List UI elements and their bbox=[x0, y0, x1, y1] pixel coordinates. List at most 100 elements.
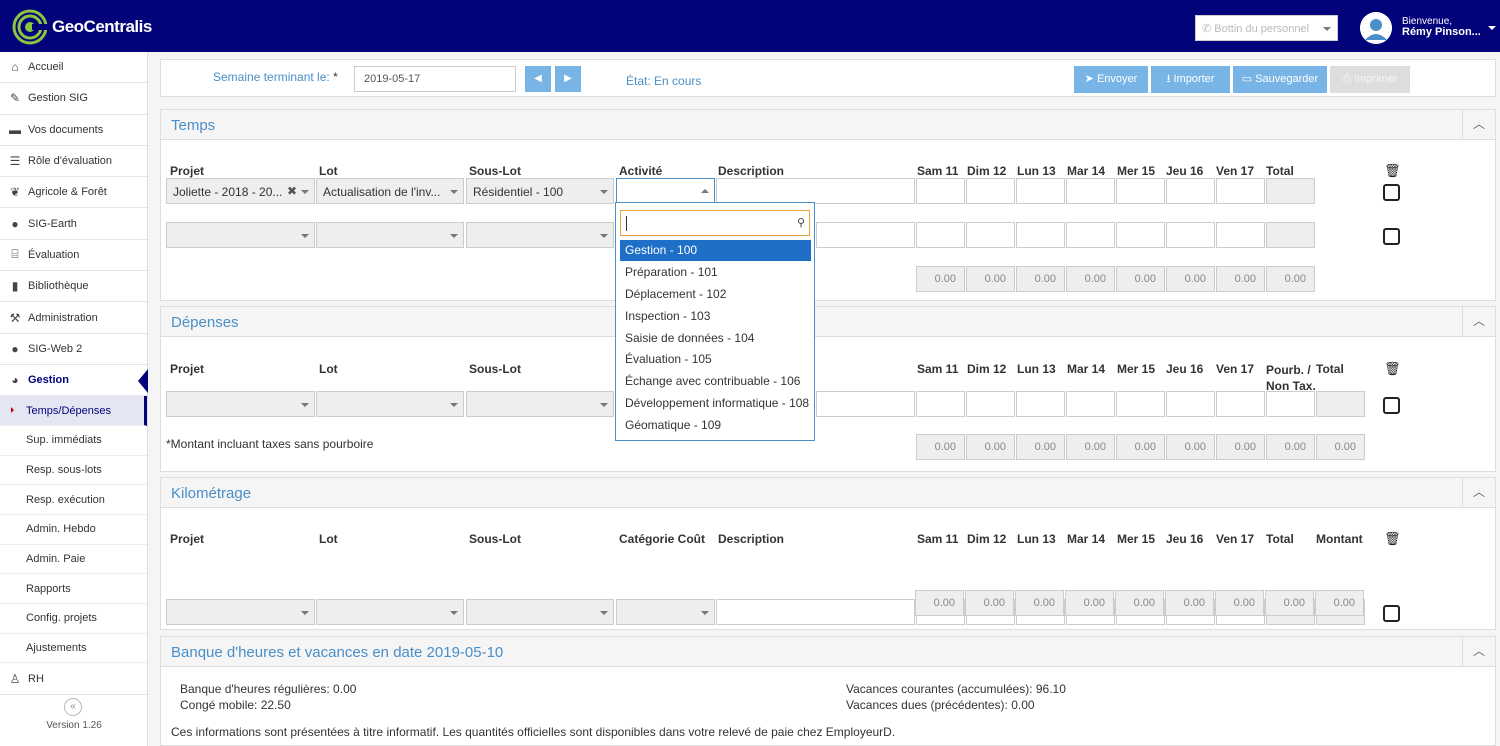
day-input[interactable] bbox=[1066, 222, 1115, 248]
user-menu-caret-icon[interactable] bbox=[1488, 26, 1496, 30]
previous-week-button[interactable]: ◀ bbox=[525, 66, 551, 92]
sidebar-item-sig-earth[interactable]: ● SIG-Earth bbox=[0, 208, 147, 240]
week-date-input[interactable]: 2019-05-17 bbox=[354, 66, 516, 92]
lot-select[interactable] bbox=[316, 391, 464, 417]
collapse-sidebar-icon[interactable]: « bbox=[64, 698, 82, 716]
row-select-checkbox[interactable] bbox=[1383, 228, 1400, 245]
sidebar-item-gestion-sig[interactable]: ✎ Gestion SIG bbox=[0, 83, 147, 115]
collapse-panel-button[interactable]: ︿ bbox=[1462, 478, 1495, 508]
dropdown-option[interactable]: Inspection - 103 bbox=[620, 306, 811, 327]
day-input[interactable] bbox=[1066, 391, 1115, 417]
souslot-select[interactable] bbox=[466, 391, 614, 417]
user-name: Rémy Pinson... bbox=[1402, 26, 1481, 38]
day-input[interactable] bbox=[1116, 391, 1165, 417]
sidebar-subitem-sup-immediats[interactable]: Sup. immédiats bbox=[0, 426, 147, 456]
logo[interactable]: GeoCentralis bbox=[12, 9, 152, 45]
sidebar-item-agricole-foret[interactable]: ❦ Agricole & Forêt bbox=[0, 177, 147, 209]
projet-select[interactable]: Joliette - 2018 - 20... ✖ bbox=[166, 178, 315, 204]
dropdown-option[interactable]: Déplacement - 102 bbox=[620, 284, 811, 305]
sidebar-item-gestion[interactable]: ◕ Gestion bbox=[0, 365, 148, 397]
trash-icon[interactable]: 🗑 bbox=[1384, 531, 1401, 547]
row-select-checkbox[interactable] bbox=[1383, 184, 1400, 201]
collapse-panel-button[interactable]: ︿ bbox=[1462, 637, 1495, 667]
row-select-checkbox[interactable] bbox=[1383, 605, 1400, 622]
sidebar-subitem-ajustements[interactable]: Ajustements bbox=[0, 634, 147, 664]
trash-icon[interactable]: 🗑 bbox=[1384, 361, 1401, 377]
sidebar-item-role-evaluation[interactable]: ☰ Rôle d'évaluation bbox=[0, 146, 147, 178]
projet-select[interactable] bbox=[166, 599, 315, 625]
trash-icon[interactable]: 🗑 bbox=[1384, 163, 1401, 179]
sidebar-item-evaluation[interactable]: ⌸ Évaluation bbox=[0, 240, 147, 272]
dropdown-option[interactable]: Gestion - 100 bbox=[620, 240, 811, 261]
print-button[interactable]: ⎙ Imprimer bbox=[1330, 66, 1410, 93]
sidebar-item-bibliotheque[interactable]: ▮ Bibliothèque bbox=[0, 271, 147, 303]
row-select-checkbox[interactable] bbox=[1383, 397, 1400, 414]
day-input[interactable] bbox=[1166, 391, 1215, 417]
day-input[interactable] bbox=[916, 222, 965, 248]
day-input[interactable] bbox=[916, 391, 965, 417]
sidebar-item-administration[interactable]: ⚒ Administration bbox=[0, 302, 147, 334]
dropdown-option[interactable]: Évaluation - 105 bbox=[620, 349, 811, 370]
user-menu[interactable]: Bienvenue, Rémy Pinson... bbox=[1402, 16, 1481, 38]
day-input[interactable] bbox=[1166, 222, 1215, 248]
day-input[interactable] bbox=[1016, 222, 1065, 248]
day-input[interactable] bbox=[1216, 178, 1265, 204]
description-input[interactable] bbox=[816, 222, 915, 248]
collapse-panel-button[interactable]: ︿ bbox=[1462, 307, 1495, 337]
next-week-button[interactable]: ▶ bbox=[555, 66, 581, 92]
souslot-select[interactable]: Résidentiel - 100 bbox=[466, 178, 614, 204]
dropdown-option[interactable]: Développement informatique - 108 bbox=[620, 393, 811, 414]
dropdown-option[interactable]: Saisie de données - 104 bbox=[620, 328, 811, 349]
phone-icon: ✆ bbox=[1202, 23, 1215, 35]
sidebar-item-rh[interactable]: ♙ RH bbox=[0, 663, 147, 695]
lot-select[interactable] bbox=[316, 599, 464, 625]
day-input[interactable] bbox=[1216, 391, 1265, 417]
day-input[interactable] bbox=[1066, 178, 1115, 204]
save-button[interactable]: ▭ Sauvegarder bbox=[1233, 66, 1327, 93]
sidebar-item-vos-documents[interactable]: ▬ Vos documents bbox=[0, 115, 147, 146]
souslot-select[interactable] bbox=[466, 599, 614, 625]
sidebar-subitem-temps-depenses[interactable]: Temps/Dépenses bbox=[0, 396, 147, 426]
day-input[interactable] bbox=[966, 222, 1015, 248]
activite-select[interactable] bbox=[616, 178, 715, 204]
projet-select[interactable] bbox=[166, 391, 315, 417]
dropdown-option[interactable]: Géomatique - 109 bbox=[620, 415, 811, 436]
lot-select[interactable]: Actualisation de l'inv... bbox=[316, 178, 464, 204]
sidebar-item-accueil[interactable]: ⌂ Accueil bbox=[0, 52, 147, 84]
dropdown-option[interactable]: Échange avec contribuable - 106 bbox=[620, 371, 811, 392]
employee-directory-select[interactable]: ✆ Bottin du personnel bbox=[1195, 15, 1338, 41]
sidebar-subitem-admin-hebdo[interactable]: Admin. Hebdo bbox=[0, 515, 147, 545]
sidebar-subitem-config-projets[interactable]: Config. projets bbox=[0, 604, 147, 634]
categorie-select[interactable] bbox=[616, 599, 715, 625]
projet-select[interactable] bbox=[166, 222, 315, 248]
day-input[interactable] bbox=[1016, 178, 1065, 204]
sidebar-subitem-resp-sous-lots[interactable]: Resp. sous-lots bbox=[0, 456, 147, 486]
sidebar-subitem-admin-paie[interactable]: Admin. Paie bbox=[0, 545, 147, 575]
day-input[interactable] bbox=[1216, 222, 1265, 248]
souslot-select[interactable] bbox=[466, 222, 614, 248]
day-input[interactable] bbox=[1166, 178, 1215, 204]
sidebar-subitem-rapports[interactable]: Rapports bbox=[0, 574, 147, 605]
pourboire-input[interactable] bbox=[1266, 391, 1315, 417]
day-total: 0.00 bbox=[966, 266, 1015, 292]
description-input[interactable] bbox=[716, 599, 915, 625]
clear-icon[interactable]: ✖ bbox=[287, 184, 297, 198]
description-input[interactable] bbox=[716, 178, 915, 204]
lot-select[interactable] bbox=[316, 222, 464, 248]
sidebar-item-sig-web-2[interactable]: ● SIG-Web 2 bbox=[0, 334, 147, 365]
dropdown-search-input[interactable]: ⚲ bbox=[620, 210, 810, 236]
collapse-panel-button[interactable]: ︿ bbox=[1462, 110, 1495, 140]
day-input[interactable] bbox=[1116, 178, 1165, 204]
day-input[interactable] bbox=[916, 178, 965, 204]
description-input[interactable] bbox=[816, 391, 915, 417]
day-input[interactable] bbox=[966, 391, 1015, 417]
dropdown-option[interactable]: Préparation - 101 bbox=[620, 262, 811, 283]
avatar[interactable] bbox=[1360, 12, 1392, 44]
sidebar-subitem-resp-execution[interactable]: Resp. exécution bbox=[0, 485, 147, 516]
text-cursor bbox=[626, 216, 627, 231]
send-button[interactable]: ➤ Envoyer bbox=[1074, 66, 1148, 93]
day-input[interactable] bbox=[1116, 222, 1165, 248]
day-input[interactable] bbox=[966, 178, 1015, 204]
day-input[interactable] bbox=[1016, 391, 1065, 417]
import-button[interactable]: ⭳ Importer bbox=[1151, 66, 1230, 93]
